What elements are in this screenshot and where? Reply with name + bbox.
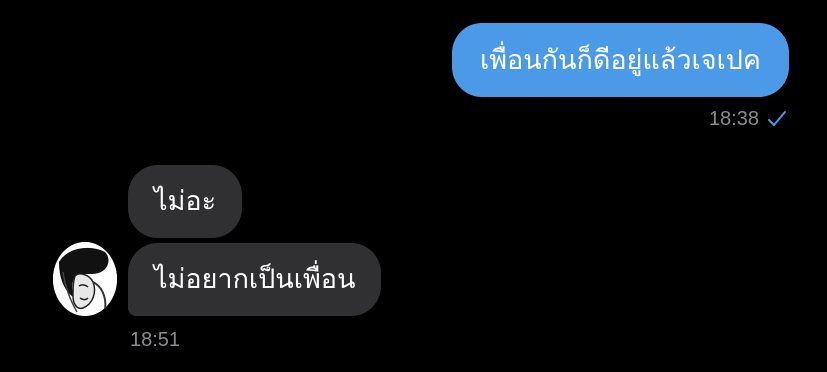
incoming-message-bubble[interactable]: ไม่อะ	[128, 165, 243, 238]
avatar-icon	[53, 242, 117, 316]
avatar[interactable]	[53, 242, 117, 316]
outgoing-message-meta: 18:38	[709, 109, 787, 129]
incoming-message-bubble[interactable]: ไม่อยากเป็นเพื่อน	[128, 243, 382, 316]
message-text: ไม่อะ	[154, 186, 217, 217]
message-text: ไม่อยากเป็นเพื่อน	[154, 264, 356, 295]
message-text: เพื่อนกันก็ดีอยู่แล้วเจเปค	[479, 44, 761, 76]
check-icon	[768, 111, 786, 126]
outgoing-message-bubble[interactable]: เพื่อนกันก็ดีอยู่แล้วเจเปค	[451, 23, 789, 97]
message-timestamp: 18:51	[130, 329, 181, 351]
message-timestamp: 18:38	[708, 108, 759, 130]
